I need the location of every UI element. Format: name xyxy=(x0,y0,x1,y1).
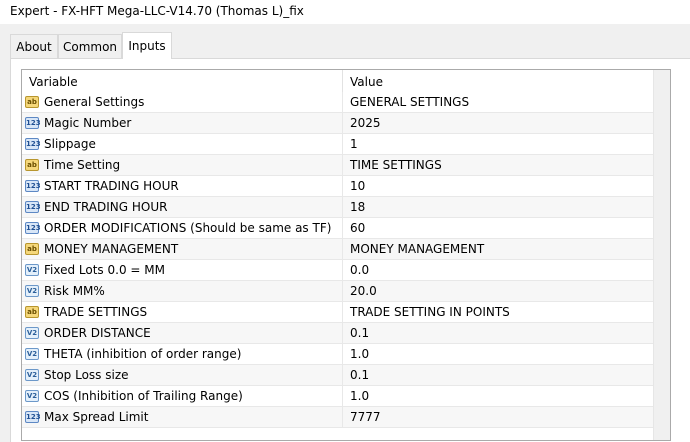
tab-inputs-label: Inputs xyxy=(128,39,166,53)
string-type-icon: ab xyxy=(25,96,39,108)
variable-value[interactable]: 18 xyxy=(350,200,365,214)
table-row[interactable]: 123 ORDER MODIFICATIONS (Should be same a… xyxy=(22,218,653,239)
column-divider xyxy=(342,407,343,428)
table-row[interactable]: ab TRADE SETTINGS TRADE SETTING IN POINTS xyxy=(22,302,653,323)
int-type-icon: 123 xyxy=(25,117,41,129)
tab-strip: About Common Inputs xyxy=(10,32,690,59)
string-type-icon: ab xyxy=(25,159,39,171)
vertical-scrollbar[interactable] xyxy=(653,70,670,440)
variable-name: Max Spread Limit xyxy=(44,410,149,424)
column-divider xyxy=(342,239,343,260)
int-type-icon: 123 xyxy=(25,411,41,423)
column-divider xyxy=(342,386,343,407)
variable-name: MONEY MANAGEMENT xyxy=(44,242,179,256)
variable-name: Slippage xyxy=(44,137,96,151)
variable-value[interactable]: 0.0 xyxy=(350,263,369,277)
table-row[interactable]: 123 Max Spread Limit 7777 xyxy=(22,407,653,428)
string-type-icon: ab xyxy=(25,243,39,255)
column-divider xyxy=(342,344,343,365)
int-type-icon: 123 xyxy=(25,201,41,213)
int-type-icon: 123 xyxy=(25,222,41,234)
tab-about-label: About xyxy=(16,40,52,54)
window-title: Expert - FX-HFT Mega-LLC-V14.70 (Thomas … xyxy=(10,4,304,18)
table-row[interactable]: V2 Risk MM% 20.0 xyxy=(22,281,653,302)
variable-value[interactable]: 7777 xyxy=(350,410,381,424)
header-value[interactable]: Value xyxy=(350,75,383,89)
column-divider xyxy=(342,260,343,281)
grid-rows: ab General Settings GENERAL SETTINGS 123 Mag… xyxy=(22,92,653,428)
tab-common[interactable]: Common xyxy=(58,34,122,58)
table-row[interactable]: V2 Fixed Lots 0.0 = MM 0.0 xyxy=(22,260,653,281)
table-row[interactable]: 123 END TRADING HOUR 18 xyxy=(22,197,653,218)
double-type-icon: V2 xyxy=(25,327,39,339)
table-row[interactable]: 123 Slippage 1 xyxy=(22,134,653,155)
table-row[interactable]: V2 Stop Loss size 0.1 xyxy=(22,365,653,386)
variable-name: THETA (inhibition of order range) xyxy=(44,347,242,361)
int-type-icon: 123 xyxy=(25,180,41,192)
variable-value[interactable]: 10 xyxy=(350,179,365,193)
header-variable[interactable]: Variable xyxy=(29,75,78,89)
double-type-icon: V2 xyxy=(25,390,39,402)
variable-value[interactable]: 60 xyxy=(350,221,365,235)
variable-value[interactable]: 20.0 xyxy=(350,284,377,298)
variable-value[interactable]: TRADE SETTING IN POINTS xyxy=(350,305,510,319)
table-row[interactable]: 123 Magic Number 2025 xyxy=(22,113,653,134)
variable-value[interactable]: 0.1 xyxy=(350,368,369,382)
column-divider xyxy=(342,365,343,386)
table-row[interactable]: ab Time Setting TIME SETTINGS xyxy=(22,155,653,176)
variable-name: ORDER DISTANCE xyxy=(44,326,151,340)
table-row[interactable]: V2 ORDER DISTANCE 0.1 xyxy=(22,323,653,344)
double-type-icon: V2 xyxy=(25,285,39,297)
table-row[interactable]: V2 COS (Inhibition of Trailing Range) 1.0 xyxy=(22,386,653,407)
variable-name: ORDER MODIFICATIONS (Should be same as T… xyxy=(44,221,332,235)
tab-about[interactable]: About xyxy=(10,34,58,58)
variable-name: END TRADING HOUR xyxy=(44,200,168,214)
column-divider xyxy=(342,113,343,134)
column-divider xyxy=(342,197,343,218)
column-divider xyxy=(342,92,343,113)
header-column-divider[interactable] xyxy=(342,70,343,92)
tab-common-label: Common xyxy=(62,40,118,54)
variable-name: START TRADING HOUR xyxy=(44,179,179,193)
table-row[interactable]: 123 START TRADING HOUR 10 xyxy=(22,176,653,197)
variable-name: Magic Number xyxy=(44,116,132,130)
double-type-icon: V2 xyxy=(25,369,39,381)
variable-value[interactable]: 1.0 xyxy=(350,389,369,403)
window-titlebar: Expert - FX-HFT Mega-LLC-V14.70 (Thomas … xyxy=(0,0,690,24)
column-divider xyxy=(342,134,343,155)
variable-value[interactable]: 1 xyxy=(350,137,358,151)
variable-value[interactable]: MONEY MANAGEMENT xyxy=(350,242,484,256)
variable-value[interactable]: 0.1 xyxy=(350,326,369,340)
variable-name: General Settings xyxy=(44,95,145,109)
column-divider xyxy=(342,323,343,344)
column-divider xyxy=(342,218,343,239)
double-type-icon: V2 xyxy=(25,348,39,360)
variable-name: Time Setting xyxy=(44,158,121,172)
table-row[interactable]: ab MONEY MANAGEMENT MONEY MANAGEMENT xyxy=(22,239,653,260)
string-type-icon: ab xyxy=(25,306,39,318)
grid-header: Variable Value xyxy=(22,70,670,93)
variable-name: Stop Loss size xyxy=(44,368,129,382)
inputs-grid: Variable Value ab General Settings GENERAL… xyxy=(21,69,671,441)
column-divider xyxy=(342,176,343,197)
column-divider xyxy=(342,155,343,176)
table-row[interactable]: ab General Settings GENERAL SETTINGS xyxy=(22,92,653,113)
variable-name: COS (Inhibition of Trailing Range) xyxy=(44,389,243,403)
tab-inputs[interactable]: Inputs xyxy=(122,32,172,59)
int-type-icon: 123 xyxy=(25,138,41,150)
variable-name: Fixed Lots 0.0 = MM xyxy=(44,263,165,277)
variable-value[interactable]: GENERAL SETTINGS xyxy=(350,95,469,109)
table-row[interactable]: V2 THETA (inhibition of order range) 1.0 xyxy=(22,344,653,365)
double-type-icon: V2 xyxy=(25,264,39,276)
variable-value[interactable]: 2025 xyxy=(350,116,381,130)
variable-value[interactable]: 1.0 xyxy=(350,347,369,361)
variable-name: Risk MM% xyxy=(44,284,105,298)
column-divider xyxy=(342,281,343,302)
variable-value[interactable]: TIME SETTINGS xyxy=(350,158,442,172)
column-divider xyxy=(342,302,343,323)
variable-name: TRADE SETTINGS xyxy=(44,305,148,319)
